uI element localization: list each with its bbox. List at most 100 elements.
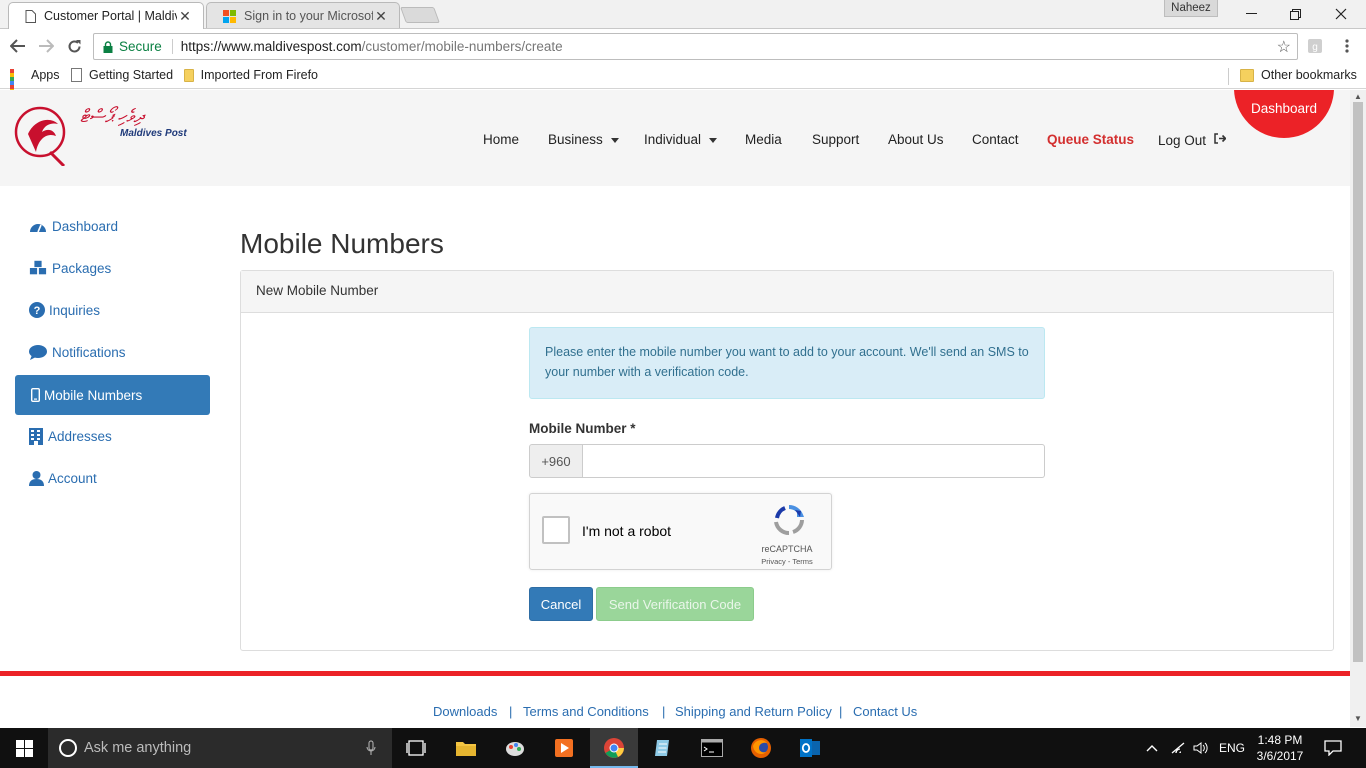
address-bar[interactable]: Secure https://www.maldivespost.com/cust… xyxy=(93,33,1298,60)
recaptcha-label: I'm not a robot xyxy=(582,523,672,539)
nav-label: Business xyxy=(548,132,603,147)
restore-icon[interactable] xyxy=(1272,0,1318,28)
windows-start-icon[interactable] xyxy=(0,728,48,768)
microsoft-logo-icon xyxy=(223,9,236,23)
chrome-icon[interactable] xyxy=(602,736,626,760)
site-header: ދިވެހި ޕޯސްޓް Maldives Post Home Busines… xyxy=(0,90,1350,186)
windows-taskbar: Ask me anything ENG 1:48 PM 3/6/2017 xyxy=(0,728,1366,768)
recaptcha-brand: reCAPTCHA xyxy=(761,544,813,554)
bookmark-label: Getting Started xyxy=(89,68,174,82)
bookmark-getting-started[interactable]: Getting Started xyxy=(71,68,173,82)
nav-queue-status[interactable]: Queue Status xyxy=(1047,132,1134,147)
mobile-number-label: Mobile Number * xyxy=(529,421,636,436)
send-verification-code-button[interactable]: Send Verification Code xyxy=(596,587,754,621)
scroll-up-icon[interactable]: ▲ xyxy=(1354,92,1362,101)
nav-individual[interactable]: Individual xyxy=(644,132,718,147)
footer-link-downloads[interactable]: Downloads xyxy=(433,704,497,719)
country-code-addon: +960 xyxy=(529,444,583,478)
folder-icon xyxy=(184,68,194,82)
input-language-indicator[interactable]: ENG xyxy=(1219,728,1245,768)
bookmark-label: Apps xyxy=(31,68,60,82)
extension-icon[interactable]: g xyxy=(1306,37,1324,55)
sidebar-item-inquiries[interactable]: ? Inquiries xyxy=(15,290,210,330)
caret-down-icon xyxy=(709,137,718,143)
show-hidden-icons[interactable] xyxy=(1146,728,1158,768)
maldives-post-logo[interactable]: ދިވެހި ޕޯސްޓް Maldives Post xyxy=(14,104,194,174)
dashboard-circle-button[interactable]: Dashboard xyxy=(1234,90,1334,138)
paint-icon[interactable] xyxy=(503,736,527,760)
back-icon[interactable] xyxy=(6,34,30,58)
nav-contact[interactable]: Contact xyxy=(972,132,1019,147)
site-footer: Downloads | Terms and Conditions | Shipp… xyxy=(0,676,1350,727)
tab-close-icon[interactable]: ✕ xyxy=(177,8,193,25)
footer-link-terms[interactable]: Terms and Conditions xyxy=(523,704,649,719)
page-scrollbar[interactable]: ▲ ▼ xyxy=(1350,90,1366,727)
mobile-number-input[interactable] xyxy=(583,444,1045,478)
logo-dhivehi-text: ދިވެހި ޕޯސްޓް xyxy=(80,106,144,126)
profile-button[interactable]: Naheez xyxy=(1164,0,1218,17)
nav-support[interactable]: Support xyxy=(812,132,859,147)
close-window-icon[interactable] xyxy=(1318,0,1364,28)
tab-close-icon[interactable]: ✕ xyxy=(373,8,389,25)
minimize-icon[interactable] xyxy=(1228,0,1274,28)
bookmarks-divider xyxy=(1228,68,1229,85)
tab-microsoft-signin[interactable]: Sign in to your Microsoft ✕ xyxy=(206,2,400,29)
folder-icon xyxy=(1240,68,1254,82)
sidebar-item-dashboard[interactable]: Dashboard xyxy=(15,206,210,246)
page-icon xyxy=(71,68,82,82)
cortana-search-box[interactable]: Ask me anything xyxy=(48,728,392,768)
nav-media[interactable]: Media xyxy=(745,132,782,147)
bookmark-apps[interactable]: Apps xyxy=(10,68,60,105)
outlook-icon[interactable] xyxy=(798,736,822,760)
nav-log-out[interactable]: Log Out xyxy=(1158,133,1227,148)
notepad-icon[interactable] xyxy=(651,736,675,760)
task-view-icon[interactable] xyxy=(404,736,428,760)
reload-icon[interactable] xyxy=(62,34,86,58)
tab-customer-portal[interactable]: Customer Portal | Maldiv ✕ xyxy=(8,2,204,29)
clock-time: 1:48 PM xyxy=(1257,733,1303,747)
sidebar-item-label: Account xyxy=(48,470,97,486)
url-host: https://www.maldivespost.com xyxy=(180,39,362,54)
sidebar-item-packages[interactable]: Packages xyxy=(15,248,210,288)
system-clock[interactable]: 1:48 PM 3/6/2017 xyxy=(1250,732,1310,764)
command-prompt-icon[interactable] xyxy=(700,736,724,760)
sidebar-item-addresses[interactable]: Addresses xyxy=(15,416,210,456)
sidebar-item-mobile-numbers[interactable]: Mobile Numbers xyxy=(15,375,210,415)
nav-business[interactable]: Business xyxy=(548,132,619,147)
recaptcha-checkbox[interactable] xyxy=(542,516,570,544)
footer-separator: | xyxy=(839,704,843,719)
action-center-icon[interactable] xyxy=(1324,728,1342,768)
bookmark-imported-firefox[interactable]: Imported From Firefo xyxy=(184,68,318,82)
chrome-menu-icon[interactable] xyxy=(1338,37,1356,55)
bookmark-star-icon[interactable]: ☆ xyxy=(1277,37,1291,57)
firefox-icon[interactable] xyxy=(749,736,773,760)
tab-title: Customer Portal | Maldiv xyxy=(44,9,177,23)
secure-label: Secure xyxy=(119,39,173,54)
recaptcha-logo-icon xyxy=(774,505,805,536)
scroll-down-icon[interactable]: ▼ xyxy=(1354,714,1362,723)
recaptcha-terms-link[interactable]: Privacy - Terms xyxy=(752,557,822,566)
scrollbar-thumb[interactable] xyxy=(1353,102,1363,662)
building-icon xyxy=(29,427,43,445)
nav-about-us[interactable]: About Us xyxy=(888,132,944,147)
cubes-icon xyxy=(29,260,47,276)
sidebar-item-label: Dashboard xyxy=(52,218,119,234)
media-player-icon[interactable] xyxy=(552,736,576,760)
forward-icon[interactable] xyxy=(34,34,58,58)
file-explorer-icon[interactable] xyxy=(454,736,478,760)
microphone-icon[interactable] xyxy=(366,740,376,756)
footer-link-contact[interactable]: Contact Us xyxy=(853,704,917,719)
nav-home[interactable]: Home xyxy=(483,132,519,147)
cortana-ring-icon xyxy=(59,739,77,757)
url-text: https://www.maldivespost.com/customer/mo… xyxy=(181,39,563,54)
network-wifi-icon[interactable] xyxy=(1170,728,1186,768)
volume-icon[interactable] xyxy=(1193,728,1209,768)
footer-separator: | xyxy=(662,704,666,719)
footer-link-shipping[interactable]: Shipping and Return Policy xyxy=(675,704,832,719)
clock-date: 3/6/2017 xyxy=(1256,749,1304,763)
cancel-button[interactable]: Cancel xyxy=(529,587,593,621)
bookmark-other[interactable]: Other bookmarks xyxy=(1240,68,1357,82)
sidebar-item-account[interactable]: Account xyxy=(15,458,210,498)
sidebar-item-notifications[interactable]: Notifications xyxy=(15,332,210,372)
new-tab-button[interactable] xyxy=(400,7,440,23)
